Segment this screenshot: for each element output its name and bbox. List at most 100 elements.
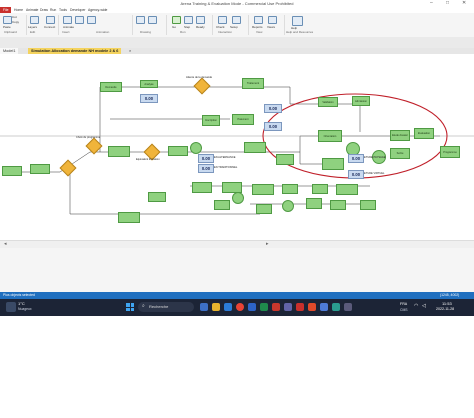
process-block[interactable] <box>214 200 230 210</box>
views-button[interactable]: Views <box>267 25 275 29</box>
process-block[interactable]: Etude dossier <box>390 130 410 141</box>
reports-button[interactable]: Reports <box>252 25 263 29</box>
process-block[interactable]: Inscription <box>202 115 220 126</box>
cut-button[interactable]: Cut <box>12 15 17 19</box>
process-block[interactable] <box>30 164 50 174</box>
text-icon[interactable] <box>136 16 145 24</box>
pdf-icon[interactable] <box>308 303 316 311</box>
group-clipboard: Clipboard <box>4 30 17 34</box>
app-icon[interactable] <box>344 303 352 311</box>
process-block[interactable] <box>244 142 266 153</box>
process-block[interactable]: Orientation <box>318 130 342 142</box>
layers-button[interactable]: Layers <box>28 25 37 29</box>
group-view: View <box>256 30 263 34</box>
copy-button[interactable]: Copy <box>12 20 19 24</box>
process-block[interactable] <box>336 184 358 195</box>
setup-icon[interactable] <box>232 16 241 24</box>
weather-icon[interactable] <box>6 302 16 312</box>
model-canvas[interactable]: Demande Analyse Traitement Validation Ad… <box>0 54 474 240</box>
animate-button[interactable]: Animate <box>63 25 74 29</box>
counter-display: 0.00 <box>264 122 282 131</box>
connector-node[interactable] <box>282 200 294 212</box>
check-button[interactable]: Check <box>216 25 225 29</box>
step-icon[interactable] <box>184 16 193 24</box>
process-block[interactable] <box>312 184 328 194</box>
process-block[interactable]: Traitement <box>242 78 264 89</box>
connector-node[interactable] <box>232 192 244 204</box>
edge-icon[interactable] <box>224 303 232 311</box>
process-block[interactable]: Admission <box>352 96 370 106</box>
teams-icon[interactable] <box>284 303 292 311</box>
process-block[interactable] <box>168 146 188 156</box>
app-icon[interactable] <box>320 303 328 311</box>
process-block[interactable] <box>322 158 344 170</box>
process-block[interactable]: Evaluation <box>414 128 434 139</box>
process-block[interactable]: Sortie <box>390 148 410 159</box>
counter-label: ETUDE VIRTUEL <box>364 172 385 175</box>
process-block[interactable] <box>148 192 166 202</box>
process-block[interactable] <box>306 198 322 209</box>
language-indicator[interactable]: FRA <box>400 302 407 306</box>
setup-button[interactable]: Setup <box>230 25 238 29</box>
task-view-icon[interactable] <box>200 303 208 311</box>
close-window-button[interactable]: ✕ <box>462 0 466 7</box>
go-button[interactable]: Go <box>172 25 176 29</box>
line-icon[interactable] <box>148 16 157 24</box>
word-icon[interactable] <box>248 303 256 311</box>
windows-start-icon[interactable] <box>126 303 134 311</box>
weather-temp: 1°C <box>18 301 25 306</box>
process-block[interactable] <box>276 154 294 165</box>
excel-icon[interactable] <box>260 303 268 311</box>
histogram-icon[interactable] <box>87 16 96 24</box>
arena-icon[interactable] <box>296 303 304 311</box>
ready-button[interactable]: Ready <box>196 25 205 29</box>
counter-display: 0.00 <box>264 104 282 113</box>
process-block[interactable] <box>252 184 274 195</box>
process-block[interactable]: Analyse <box>140 80 158 88</box>
file-explorer-icon[interactable] <box>212 303 220 311</box>
chart-icon[interactable] <box>75 16 84 24</box>
clock-time[interactable]: 11:53 <box>442 301 452 306</box>
connector-node[interactable] <box>190 142 202 154</box>
minimize-button[interactable]: – <box>430 0 433 7</box>
process-block[interactable]: Demande <box>100 82 122 92</box>
process-block[interactable] <box>108 146 130 157</box>
process-block[interactable] <box>2 166 22 176</box>
scroll-left-icon[interactable]: ◂ <box>4 241 7 247</box>
volume-icon[interactable]: ◁ <box>422 303 426 309</box>
counter-label: EN TRADITIONNEL <box>214 166 238 169</box>
step-button[interactable]: Step <box>184 25 190 29</box>
paste-button[interactable]: Paste <box>3 25 11 29</box>
check-icon[interactable] <box>218 16 227 24</box>
process-block[interactable] <box>330 200 346 210</box>
clock-date[interactable]: 2022-11-28 <box>436 307 454 311</box>
chrome-icon[interactable] <box>236 303 244 311</box>
ready-icon[interactable] <box>196 16 205 24</box>
process-block[interactable]: Validation <box>318 97 338 107</box>
maximize-button[interactable]: □ <box>446 0 449 7</box>
taskbar-search[interactable]: ⌕ Recherche <box>138 302 194 312</box>
process-block[interactable]: Programme <box>440 146 460 158</box>
animate-icon[interactable] <box>63 16 72 24</box>
arena-window: Arena Training & Evaluation Mode - Comme… <box>0 0 474 316</box>
wifi-icon[interactable]: ◠ <box>414 303 418 309</box>
connect-icon[interactable] <box>46 16 55 24</box>
process-block[interactable] <box>256 204 272 214</box>
app-icon[interactable] <box>332 303 340 311</box>
powerpoint-icon[interactable] <box>272 303 280 311</box>
group-interaction: Interaction <box>218 30 233 34</box>
reports-icon[interactable] <box>254 16 263 24</box>
scroll-right-icon[interactable]: ▸ <box>266 241 269 247</box>
process-block[interactable] <box>192 182 212 193</box>
process-block[interactable] <box>360 200 376 210</box>
go-icon[interactable] <box>172 16 181 24</box>
process-block[interactable]: Paiement <box>232 114 254 125</box>
connect-button[interactable]: Connect <box>44 25 55 29</box>
process-block[interactable] <box>118 212 140 223</box>
help-icon[interactable] <box>292 16 303 26</box>
views-icon[interactable] <box>268 16 277 24</box>
group-edit: Edit <box>30 30 36 34</box>
process-block[interactable] <box>282 184 298 194</box>
layers-icon[interactable] <box>30 16 39 24</box>
paste-icon[interactable] <box>3 16 12 24</box>
